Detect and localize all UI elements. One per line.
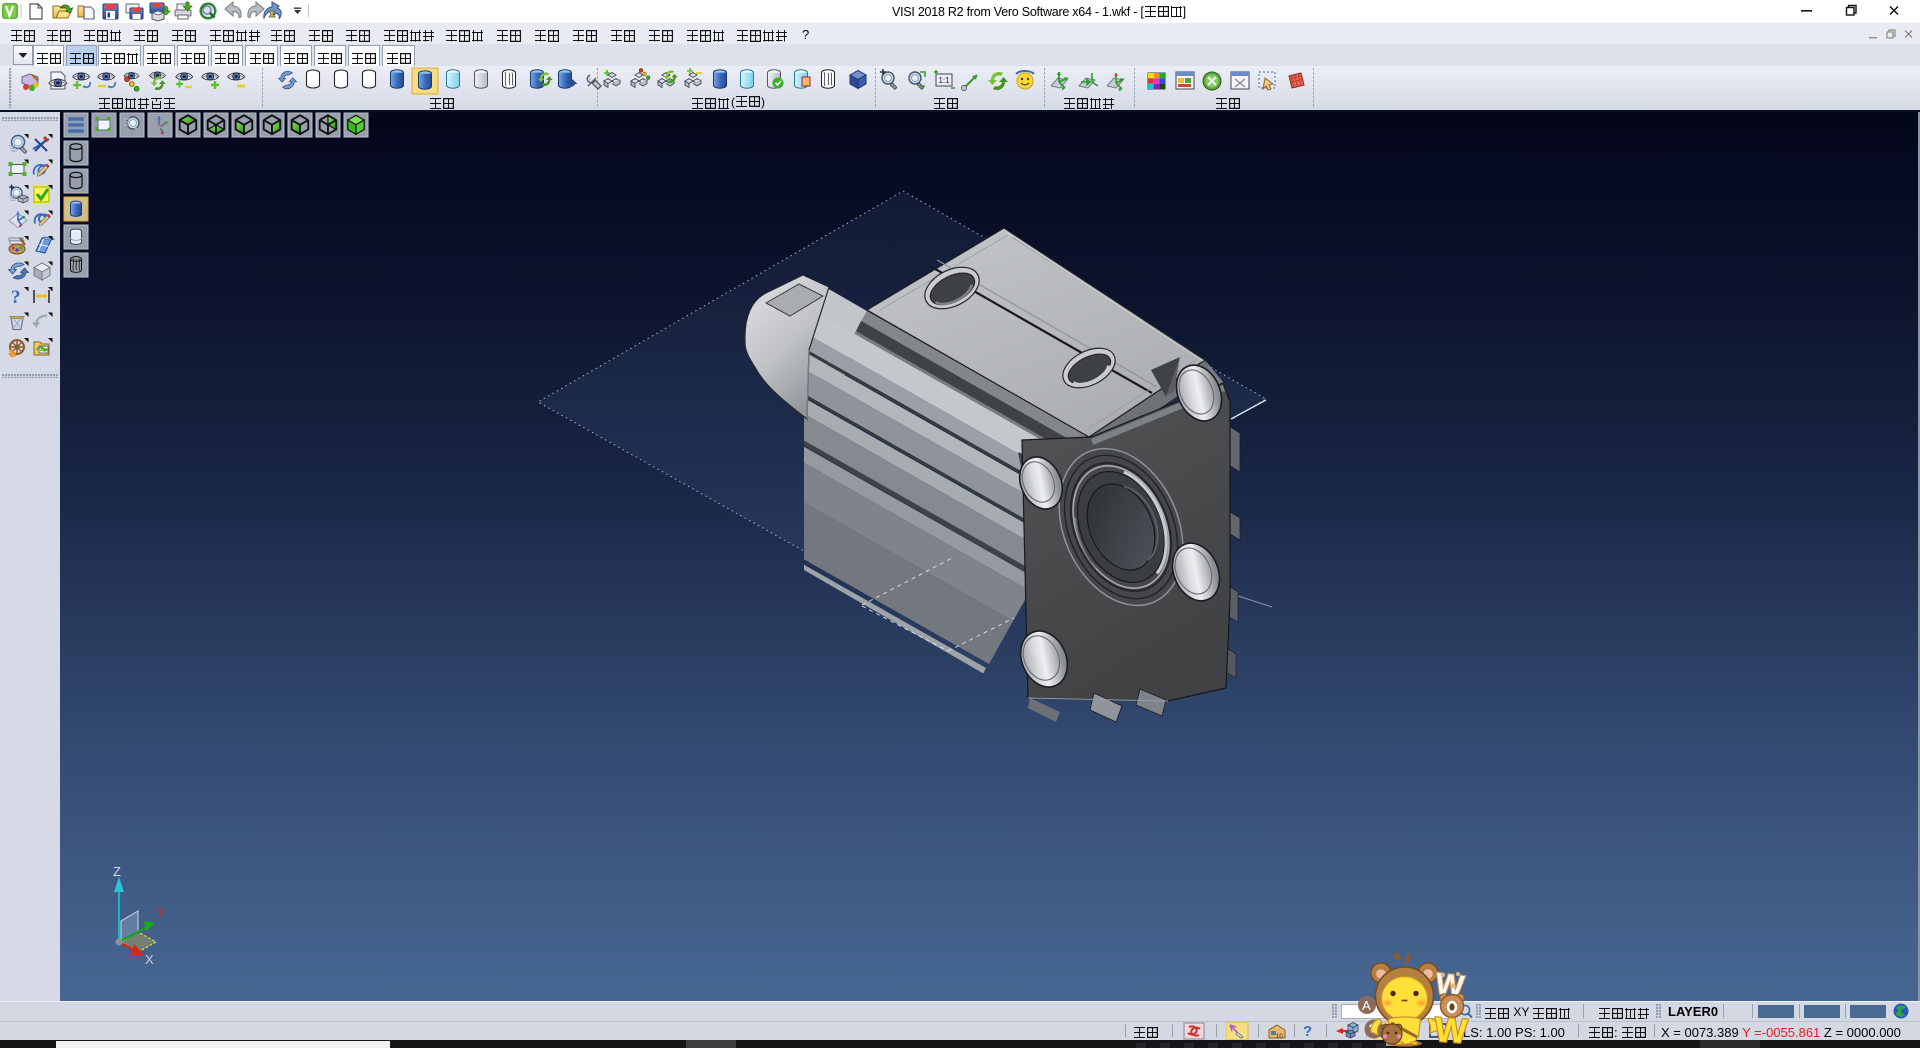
svg-text:W: W (1434, 1011, 1470, 1048)
svg-text:Y: Y (156, 904, 165, 919)
svg-text:X: X (145, 952, 154, 967)
svg-text:Z: Z (113, 864, 121, 879)
svg-text:A: A (1362, 998, 1371, 1013)
